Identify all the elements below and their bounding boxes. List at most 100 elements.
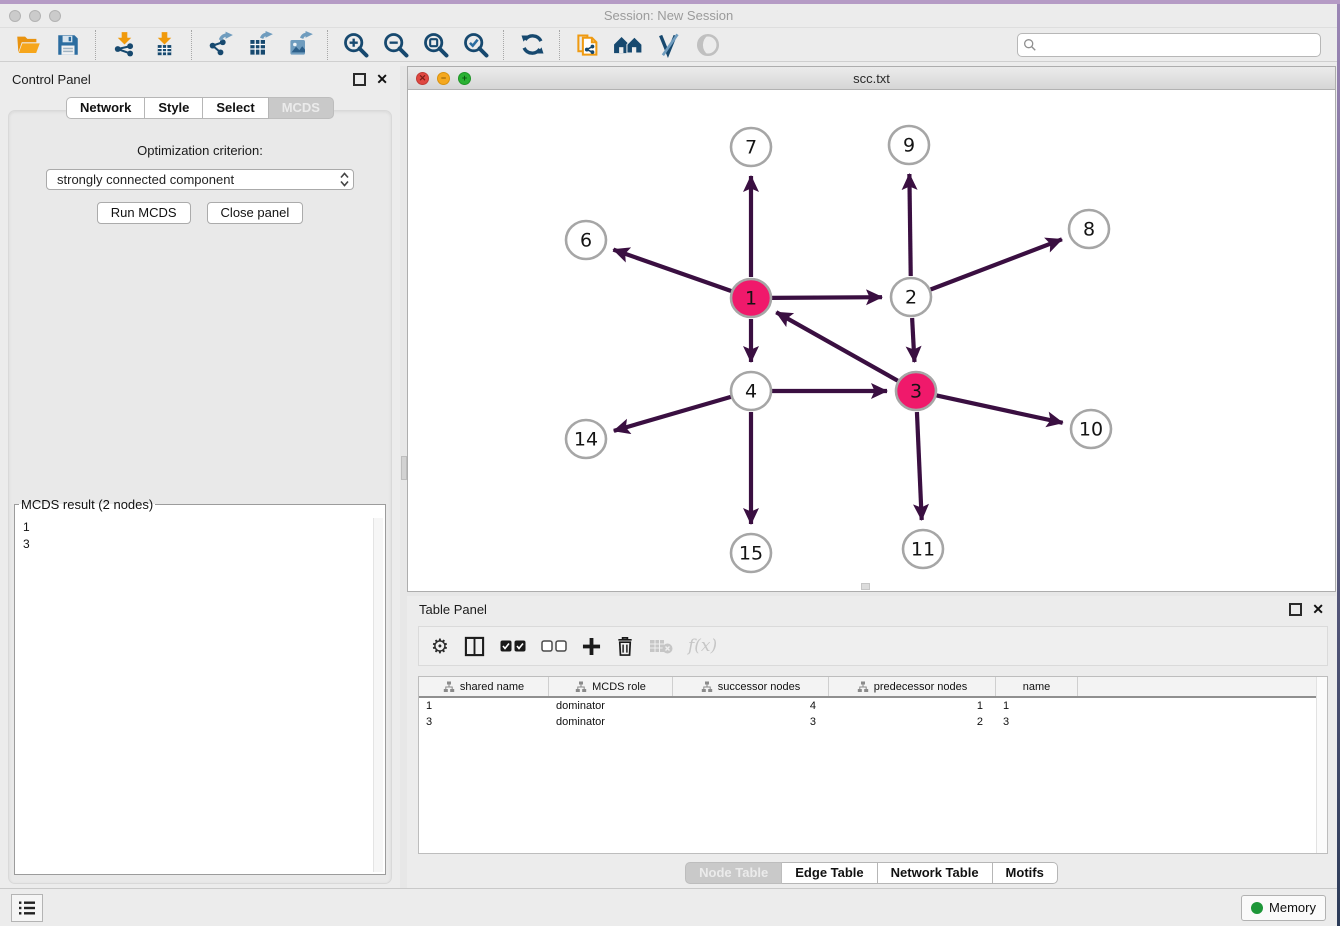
result-scrollbar[interactable] (373, 518, 383, 872)
column-header-name[interactable]: name (996, 677, 1078, 696)
task-history-button[interactable] (11, 894, 43, 922)
v-slash-button[interactable] (648, 30, 688, 60)
column-header-mcds-role[interactable]: MCDS role (549, 677, 673, 696)
edge-1-2[interactable] (772, 297, 882, 298)
split-columns-button[interactable] (464, 634, 485, 658)
save-icon (55, 32, 81, 58)
edge-4-14[interactable] (614, 397, 731, 431)
tab-network-table[interactable]: Network Table (878, 862, 993, 884)
cell-successor-nodes[interactable]: 4 (673, 700, 829, 712)
refresh-button[interactable] (512, 30, 552, 60)
search-field[interactable] (1017, 33, 1321, 57)
tab-select[interactable]: Select (203, 97, 268, 119)
canvas-resize-grip[interactable] (861, 583, 870, 590)
cell-predecessor-nodes[interactable]: 1 (829, 700, 996, 712)
close-panel-button[interactable]: Close panel (207, 202, 304, 224)
edge-2-8[interactable] (931, 239, 1062, 289)
zoom-fit-button[interactable] (416, 30, 456, 60)
tab-network[interactable]: Network (66, 97, 145, 119)
close-table-panel-icon[interactable]: ✕ (1312, 602, 1324, 616)
table-toolbar: ⚙ (418, 626, 1328, 666)
maximize-network-button[interactable]: + (458, 72, 471, 85)
clone-network-button[interactable] (568, 30, 608, 60)
memory-button[interactable]: Memory (1241, 895, 1326, 921)
close-window-button[interactable] (9, 10, 21, 22)
houses-button[interactable] (608, 30, 648, 60)
export-image-button[interactable] (280, 30, 320, 60)
run-mcds-button[interactable]: Run MCDS (97, 202, 191, 224)
search-input[interactable] (1037, 37, 1315, 53)
node-label-11: 11 (911, 539, 935, 561)
tab-node-table[interactable]: Node Table (685, 862, 782, 884)
column-header-predecessor-nodes[interactable]: predecessor nodes (829, 677, 996, 696)
table-scrollbar[interactable] (1316, 677, 1327, 853)
edge-layer (613, 174, 1062, 524)
vertical-splitter[interactable] (400, 66, 407, 888)
select-all-columns-button[interactable] (500, 634, 526, 658)
edge-2-3[interactable] (912, 318, 914, 362)
tab-mcds[interactable]: MCDS (269, 97, 334, 119)
cell-predecessor-nodes[interactable]: 2 (829, 716, 996, 728)
edge-2-9[interactable] (909, 174, 910, 276)
toolbar-separator (95, 30, 97, 60)
delete-column-button[interactable] (616, 634, 634, 658)
zoom-out-button[interactable] (376, 30, 416, 60)
table-row[interactable]: 3dominator323 (419, 714, 1327, 730)
network-canvas[interactable]: 7968124314101511 (408, 89, 1335, 591)
cell-shared-name[interactable]: 1 (419, 700, 549, 712)
function-builder-button[interactable]: f(x) (688, 634, 717, 658)
export-table-button[interactable] (240, 30, 280, 60)
control-panel-titlebar: Control Panel ✕ (0, 66, 400, 92)
tab-edge-table[interactable]: Edge Table (782, 862, 877, 884)
eye-button[interactable] (688, 30, 728, 60)
export-network-icon (207, 31, 234, 58)
export-network-button[interactable] (200, 30, 240, 60)
table-row[interactable]: 1dominator411 (419, 698, 1327, 714)
tab-style[interactable]: Style (145, 97, 203, 119)
edge-3-11[interactable] (917, 412, 922, 520)
search-icon (1023, 38, 1037, 52)
save-session-button[interactable] (48, 30, 88, 60)
float-table-panel-icon[interactable] (1289, 603, 1302, 616)
toolbar-separator (191, 30, 193, 60)
open-folder-icon (15, 31, 42, 58)
mcds-result-text[interactable]: 1 3 (17, 518, 383, 872)
delete-table-button[interactable] (649, 634, 673, 658)
open-session-button[interactable] (8, 30, 48, 60)
unchecked-boxes-icon (541, 640, 567, 653)
zoom-selected-button[interactable] (456, 30, 496, 60)
cell-name[interactable]: 3 (996, 716, 1078, 728)
mcds-result-group: MCDS result (2 nodes) 1 3 (14, 497, 386, 875)
float-panel-icon[interactable] (353, 73, 366, 86)
import-network-button[interactable] (104, 30, 144, 60)
minimize-network-button[interactable]: − (437, 72, 450, 85)
column-header-shared-name[interactable]: shared name (419, 677, 549, 696)
cell-MCDS-role[interactable]: dominator (549, 700, 673, 712)
criterion-select[interactable]: strongly connected component (46, 169, 354, 190)
tab-motifs[interactable]: Motifs (993, 862, 1058, 884)
cell-name[interactable]: 1 (996, 700, 1078, 712)
add-column-button[interactable] (582, 634, 601, 658)
minimize-window-button[interactable] (29, 10, 41, 22)
edge-1-6[interactable] (613, 250, 731, 291)
cell-MCDS-role[interactable]: dominator (549, 716, 673, 728)
column-header-successor-nodes[interactable]: successor nodes (673, 677, 829, 696)
zoom-window-button[interactable] (49, 10, 61, 22)
zoom-in-button[interactable] (336, 30, 376, 60)
table-settings-button[interactable]: ⚙ (431, 634, 449, 658)
import-table-button[interactable] (144, 30, 184, 60)
deselect-all-columns-button[interactable] (541, 634, 567, 658)
cell-shared-name[interactable]: 3 (419, 716, 549, 728)
network-graph[interactable]: 7968124314101511 (408, 89, 1335, 591)
hierarchy-icon (575, 681, 587, 693)
refresh-icon (519, 31, 546, 58)
edge-3-10[interactable] (937, 395, 1063, 422)
toolbar-separator (503, 30, 505, 60)
close-panel-icon[interactable]: ✕ (376, 72, 388, 86)
edge-3-1[interactable] (776, 312, 897, 380)
close-network-button[interactable]: ✕ (416, 72, 429, 85)
network-window-titlebar[interactable]: ✕ − + scc.txt (408, 67, 1335, 90)
fx-icon: f(x) (688, 636, 717, 656)
window-controls (9, 10, 61, 22)
cell-successor-nodes[interactable]: 3 (673, 716, 829, 728)
